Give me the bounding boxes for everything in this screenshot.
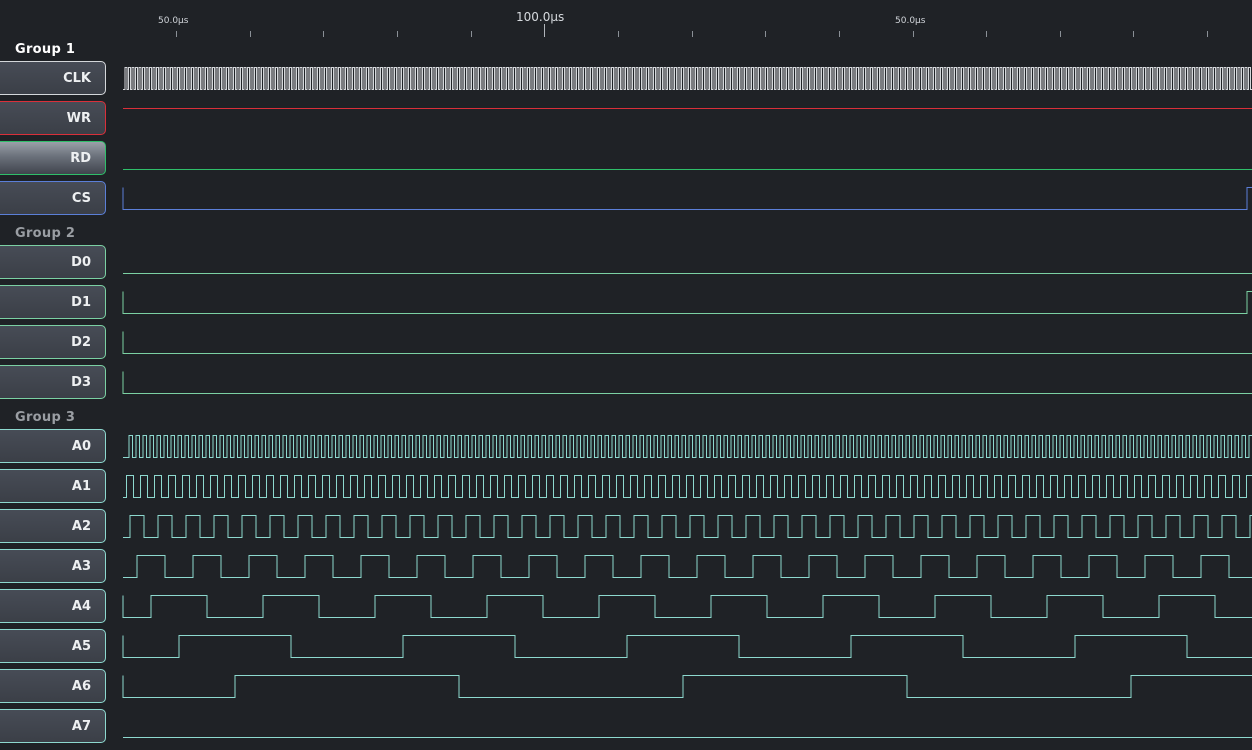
ruler-tick — [397, 31, 398, 37]
ruler-tick — [544, 24, 545, 37]
waveform-a3 — [123, 555, 1252, 578]
ruler-tick — [471, 31, 472, 37]
ruler-tick — [618, 31, 619, 37]
channel-label: RD — [70, 150, 91, 166]
channel-button-a4[interactable]: A4 — [0, 589, 106, 623]
waveform-a2 — [123, 515, 1252, 538]
ruler-tick — [1207, 31, 1208, 37]
channel-label: D2 — [71, 334, 91, 350]
waveform-d2 — [122, 331, 1252, 354]
time-label: 100.0µs — [516, 10, 565, 24]
channel-label: A7 — [71, 718, 91, 734]
channel-label: D3 — [71, 374, 91, 390]
channel-label: CS — [71, 190, 91, 206]
channel-button-cs[interactable]: CS — [0, 181, 106, 215]
channel-button-a0[interactable]: A0 — [0, 429, 106, 463]
waveform-view[interactable] — [0, 0, 1252, 750]
channel-button-a1[interactable]: A1 — [0, 469, 106, 503]
channel-label: A0 — [71, 438, 91, 454]
waveform-a5 — [122, 635, 1252, 658]
ruler-tick — [692, 31, 693, 37]
waveform-a6 — [122, 675, 1252, 698]
ruler-tick — [176, 31, 177, 37]
channel-label: CLK — [63, 70, 91, 86]
waveform-d1 — [122, 291, 1252, 314]
channel-label: D0 — [71, 254, 91, 270]
waveform-clk — [123, 67, 1252, 90]
waveform-cs — [122, 187, 1252, 210]
channel-button-a3[interactable]: A3 — [0, 549, 106, 583]
channel-button-a5[interactable]: A5 — [0, 629, 106, 663]
channel-button-d1[interactable]: D1 — [0, 285, 106, 319]
channel-button-a7[interactable]: A7 — [0, 709, 106, 743]
group-label: Group 2 — [15, 226, 76, 241]
channel-button-d2[interactable]: D2 — [0, 325, 106, 359]
time-ruler[interactable]: 50.0µs 100.0µs 50.0µs — [0, 0, 1252, 40]
channel-button-a6[interactable]: A6 — [0, 669, 106, 703]
ruler-tick — [1060, 31, 1061, 37]
waveform-a0 — [123, 435, 1252, 458]
channel-label: A3 — [71, 558, 91, 574]
channel-button-rd[interactable]: RD — [0, 141, 106, 175]
channel-label: A4 — [71, 598, 91, 614]
waveform-d3 — [122, 371, 1252, 394]
ruler-tick — [765, 31, 766, 37]
ruler-tick — [250, 31, 251, 37]
time-label: 50.0µs — [158, 16, 189, 26]
ruler-tick — [913, 31, 914, 37]
waveform-a4 — [122, 595, 1252, 618]
channel-button-wr[interactable]: WR — [0, 101, 106, 135]
time-label: 50.0µs — [895, 16, 926, 26]
channel-label: A5 — [71, 638, 91, 654]
group-label: Group 3 — [15, 410, 76, 425]
channel-label: D1 — [71, 294, 91, 310]
channel-button-clk[interactable]: CLK — [0, 61, 106, 95]
waveform-a1 — [123, 475, 1252, 498]
ruler-tick — [1133, 31, 1134, 37]
channel-label: WR — [66, 110, 91, 126]
channel-label: A1 — [71, 478, 91, 494]
channel-label: A6 — [71, 678, 91, 694]
ruler-tick — [839, 31, 840, 37]
group-label: Group 1 — [15, 42, 76, 57]
ruler-tick — [986, 31, 987, 37]
ruler-tick — [323, 31, 324, 37]
channel-button-d0[interactable]: D0 — [0, 245, 106, 279]
channel-button-a2[interactable]: A2 — [0, 509, 106, 543]
channel-label: A2 — [71, 518, 91, 534]
channel-button-d3[interactable]: D3 — [0, 365, 106, 399]
